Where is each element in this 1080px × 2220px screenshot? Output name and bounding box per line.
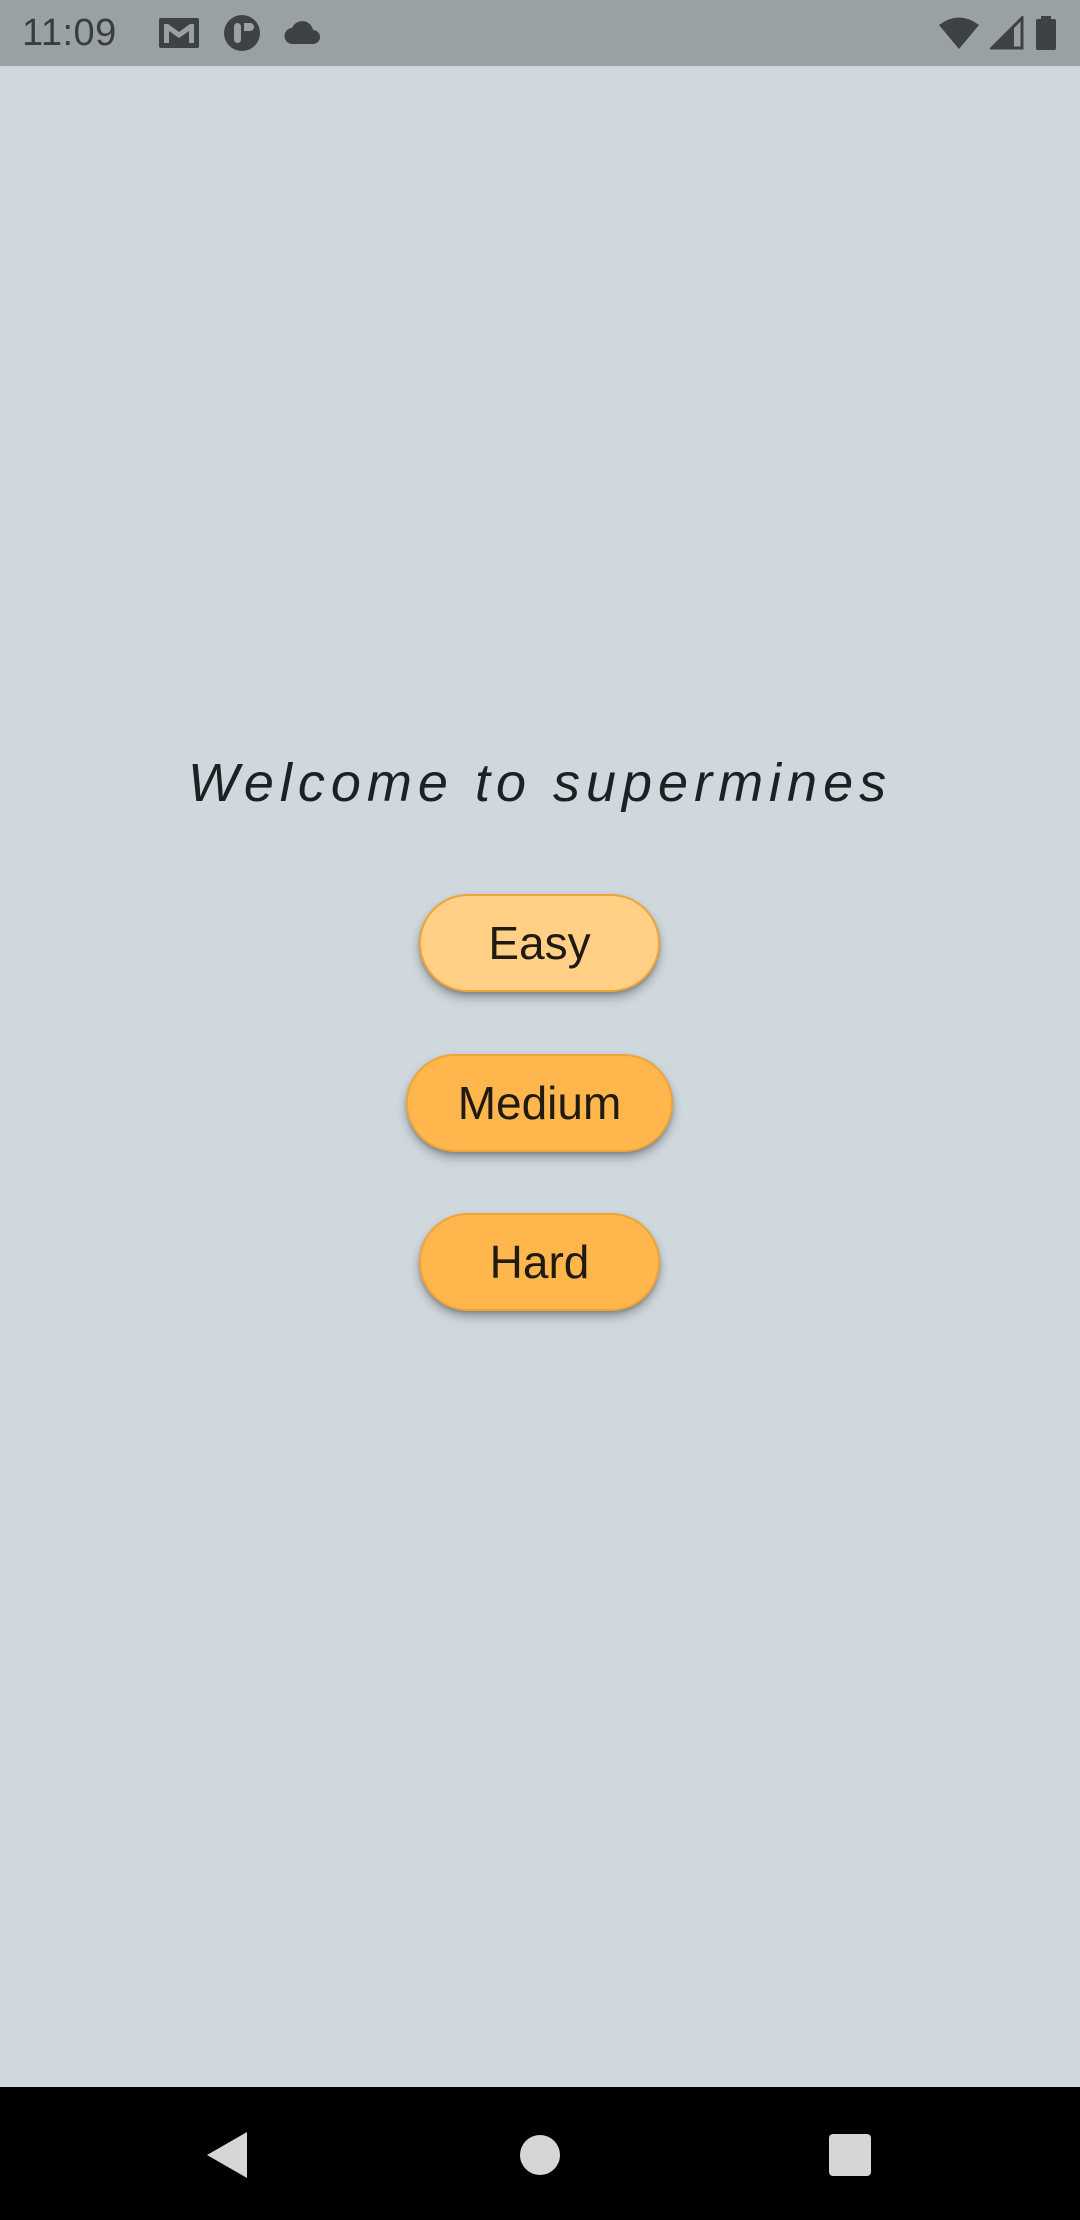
home-icon[interactable]	[520, 2135, 560, 2175]
status-bar: 11:09	[0, 0, 1080, 66]
easy-button[interactable]: Easy	[419, 894, 660, 992]
hard-button[interactable]: Hard	[419, 1213, 660, 1311]
back-icon[interactable]	[205, 2130, 249, 2185]
cloud-icon	[283, 20, 323, 46]
status-time: 11:09	[22, 11, 117, 54]
gmail-icon	[157, 16, 201, 50]
navigation-bar	[0, 2087, 1080, 2220]
recents-icon[interactable]	[829, 2134, 871, 2176]
notification-icons	[157, 14, 323, 52]
app-notification-icon	[223, 14, 261, 52]
app-screen: 11:09 Welcome to supermines Easy Medium …	[0, 0, 1080, 2220]
cell-signal-icon	[990, 16, 1024, 50]
medium-button[interactable]: Medium	[406, 1054, 673, 1152]
system-icons	[938, 15, 1058, 51]
welcome-title: Welcome to supermines	[187, 753, 893, 813]
wifi-icon	[938, 16, 980, 50]
battery-icon	[1034, 15, 1058, 51]
